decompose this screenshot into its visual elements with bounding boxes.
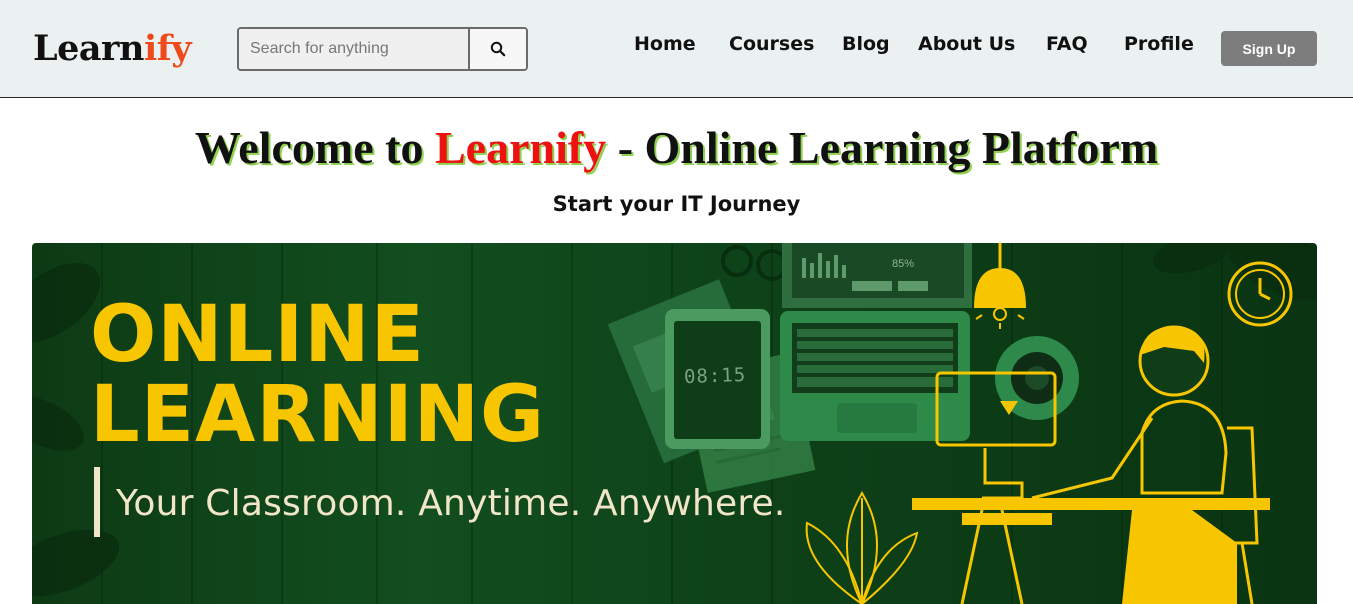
welcome-suffix: - Online Learning Platform [606, 122, 1159, 173]
welcome-prefix: Welcome to [194, 122, 435, 173]
search-input[interactable] [239, 29, 468, 69]
page-subtitle: Start your IT Journey [552, 192, 801, 216]
logo-text-accent: ify [143, 28, 192, 69]
welcome-brand: Learnify [434, 122, 607, 173]
top-navbar: Learnify Home Courses Blog About Us FAQ … [0, 0, 1353, 98]
nav-about-us[interactable]: About Us [918, 30, 1015, 58]
tablet-time: 08:15 [683, 363, 747, 389]
search-icon [490, 41, 506, 57]
search-bar [237, 27, 528, 71]
banner-title: ONLINE LEARNING [90, 295, 545, 455]
nav-profile[interactable]: Profile [1124, 30, 1194, 58]
sign-up-button[interactable]: Sign Up [1221, 31, 1317, 66]
banner-tagline: Your Classroom. Anytime. Anywhere. [116, 483, 786, 524]
logo-text-main: Learn [33, 28, 144, 69]
nav-faq[interactable]: FAQ [1046, 30, 1088, 58]
nav-blog[interactable]: Blog [842, 30, 890, 58]
nav-courses[interactable]: Courses [729, 30, 814, 58]
search-button[interactable] [468, 29, 526, 69]
tagline-divider [94, 467, 100, 537]
banner-title-line2: LEARNING [90, 370, 546, 460]
nav-home[interactable]: Home [634, 30, 696, 58]
welcome-heading: Welcome to Learnify - Online Learning Pl… [0, 120, 1353, 176]
hero-banner: ONLINE LEARNING Your Classroom. Anytime.… [32, 243, 1317, 604]
laptop-percent: 85% [892, 258, 915, 270]
banner-title-line1: ONLINE [90, 290, 425, 380]
learnify-logo[interactable]: Learnify [33, 27, 192, 71]
